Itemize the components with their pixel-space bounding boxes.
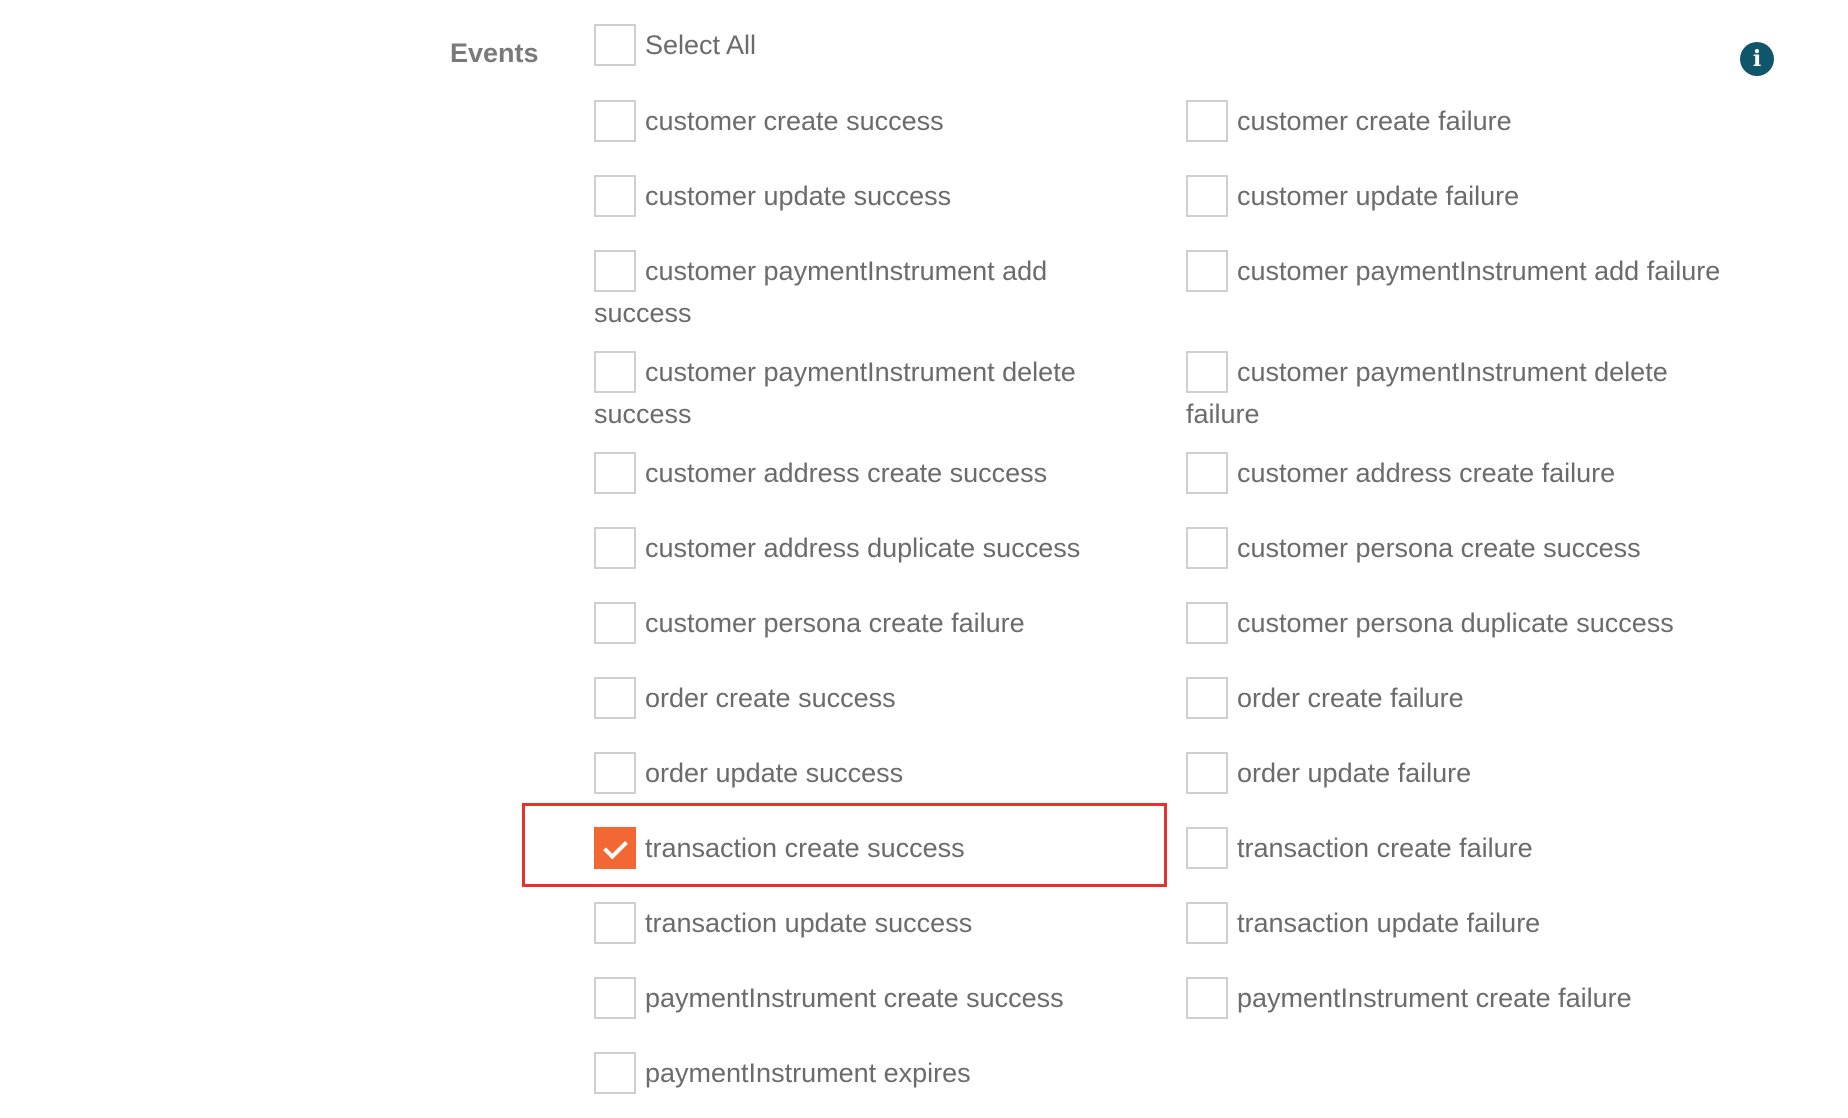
event-checkbox-row[interactable]: customer update success [594, 175, 1139, 217]
event-checkbox-row[interactable]: customer address create failure [1186, 452, 1731, 494]
event-checkbox-row[interactable]: transaction update failure [1186, 902, 1731, 944]
event-checkbox[interactable] [1186, 175, 1228, 217]
event-label: paymentInstrument create failure [1237, 983, 1632, 1013]
event-checkbox[interactable] [1186, 902, 1228, 944]
event-checkbox[interactable] [1186, 752, 1228, 794]
event-checkbox-row[interactable]: order create failure [1186, 677, 1731, 719]
event-checkbox-row[interactable]: customer paymentInstrument add success [594, 250, 1139, 334]
event-checkbox[interactable] [1186, 452, 1228, 494]
event-checkbox-row[interactable]: paymentInstrument create failure [1186, 977, 1731, 1019]
event-checkbox[interactable] [594, 351, 636, 393]
event-checkbox[interactable] [1186, 602, 1228, 644]
event-checkbox-row[interactable]: paymentInstrument expires [594, 1052, 1139, 1094]
event-checkbox-row[interactable]: customer persona duplicate success [1186, 602, 1731, 644]
events-label: Events [450, 38, 539, 68]
event-checkbox-row[interactable]: customer address duplicate success [594, 527, 1139, 569]
event-checkbox-row[interactable]: customer paymentInstrument delete failur… [1186, 351, 1731, 435]
event-label: paymentInstrument create success [645, 983, 1064, 1013]
event-label: order create success [645, 683, 896, 713]
event-label: transaction create success [645, 833, 965, 863]
event-label: customer paymentInstrument delete failur… [1186, 357, 1668, 429]
event-checkbox[interactable] [594, 527, 636, 569]
event-label: order create failure [1237, 683, 1464, 713]
event-checkbox[interactable] [594, 977, 636, 1019]
event-checkbox[interactable] [594, 250, 636, 292]
event-checkbox[interactable] [594, 175, 636, 217]
event-checkbox[interactable] [1186, 351, 1228, 393]
event-label: customer persona create success [1237, 533, 1641, 563]
event-checkbox-row[interactable]: transaction create failure [1186, 827, 1731, 869]
event-checkbox[interactable] [594, 1052, 636, 1094]
event-label: customer persona create failure [645, 608, 1025, 638]
event-checkbox[interactable] [594, 602, 636, 644]
event-label: customer paymentInstrument add success [594, 256, 1048, 328]
event-checkbox[interactable] [1186, 977, 1228, 1019]
event-label: customer persona duplicate success [1237, 608, 1674, 638]
event-label: customer paymentInstrument delete succes… [594, 357, 1076, 429]
event-label: order update failure [1237, 758, 1472, 788]
event-label: transaction update failure [1237, 908, 1541, 938]
event-checkbox[interactable] [1186, 677, 1228, 719]
event-label: customer address create failure [1237, 458, 1616, 488]
event-label: customer paymentInstrument add failure [1237, 256, 1721, 286]
event-checkbox[interactable] [594, 902, 636, 944]
info-icon[interactable]: i [1740, 42, 1774, 76]
select-all-checkbox[interactable] [594, 24, 636, 66]
event-checkbox-row[interactable]: customer create failure [1186, 100, 1731, 142]
event-label: customer update failure [1237, 181, 1520, 211]
event-checkbox[interactable] [1186, 250, 1228, 292]
event-label: order update success [645, 758, 904, 788]
event-checkbox-row[interactable]: order create success [594, 677, 1139, 719]
select-all-label: Select All [645, 30, 757, 60]
event-checkbox[interactable] [594, 452, 636, 494]
event-checkbox[interactable] [594, 752, 636, 794]
event-label: customer create failure [1237, 106, 1512, 136]
select-all-checkbox-row[interactable]: Select All [594, 24, 1139, 66]
event-checkbox-row[interactable]: customer paymentInstrument delete succes… [594, 351, 1139, 435]
event-checkbox-row[interactable]: customer paymentInstrument add failure [1186, 250, 1731, 292]
event-checkbox-row[interactable]: customer persona create success [1186, 527, 1731, 569]
event-label: customer address create success [645, 458, 1048, 488]
event-checkbox-row[interactable]: customer address create success [594, 452, 1139, 494]
event-checkbox-row[interactable]: customer persona create failure [594, 602, 1139, 644]
event-checkbox-row[interactable]: customer create success [594, 100, 1139, 142]
event-label: transaction create failure [1237, 833, 1533, 863]
event-checkbox-row[interactable]: order update failure [1186, 752, 1731, 794]
event-checkbox-row-transaction-create-success[interactable]: transaction create success [594, 827, 1139, 869]
event-checkbox-row[interactable]: order update success [594, 752, 1139, 794]
event-label: customer update success [645, 181, 952, 211]
event-label: transaction update success [645, 908, 973, 938]
event-checkbox[interactable] [594, 100, 636, 142]
event-checkbox-row[interactable]: customer update failure [1186, 175, 1731, 217]
event-checkbox-checked[interactable] [594, 827, 636, 869]
event-label: customer create success [645, 106, 944, 136]
event-checkbox[interactable] [1186, 527, 1228, 569]
event-label: paymentInstrument expires [645, 1058, 971, 1088]
event-checkbox-row[interactable]: paymentInstrument create success [594, 977, 1139, 1019]
event-checkbox[interactable] [1186, 827, 1228, 869]
event-checkbox-row[interactable]: transaction update success [594, 902, 1139, 944]
event-checkbox[interactable] [1186, 100, 1228, 142]
event-label: customer address duplicate success [645, 533, 1081, 563]
event-checkbox[interactable] [594, 677, 636, 719]
